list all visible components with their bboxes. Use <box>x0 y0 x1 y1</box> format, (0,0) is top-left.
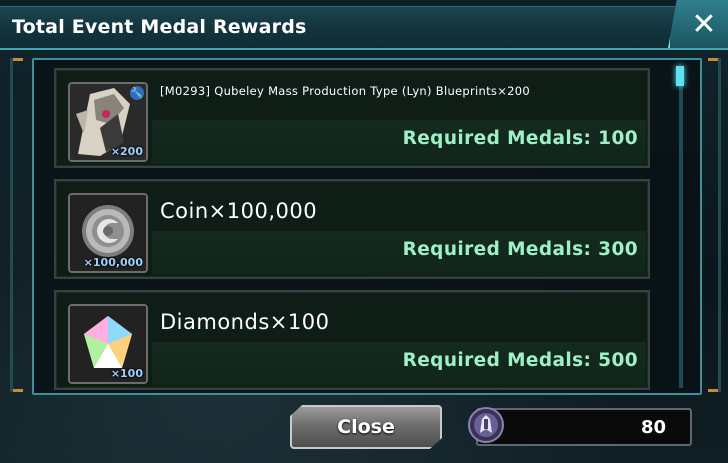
required-medals: Required Medals: 500 <box>402 350 638 371</box>
title-bar: Total Event Medal Rewards <box>0 0 728 50</box>
medal-count: 80 <box>640 417 666 438</box>
scrollbar-thumb[interactable] <box>676 66 684 86</box>
diamond-icon: ×100 <box>68 304 148 384</box>
required-medals: Required Medals: 100 <box>402 128 638 149</box>
reward-card: ×100,000 Coin×100,000 Required Medals: 3… <box>54 179 650 279</box>
reward-card: ×100 Diamonds×100 Required Medals: 500 <box>54 290 650 390</box>
page-title: Total Event Medal Rewards <box>12 16 307 38</box>
close-x-icon: ✕ <box>691 6 717 42</box>
close-x-button[interactable]: ✕ <box>668 0 728 48</box>
left-rail <box>10 58 23 392</box>
reward-name: Diamonds×100 <box>160 310 330 334</box>
event-medal-icon <box>468 407 504 443</box>
quantity-badge: ×200 <box>110 145 143 158</box>
rail-accent <box>708 389 718 392</box>
reward-name: [M0293] Qubeley Mass Production Type (Ly… <box>160 84 530 98</box>
header-top-strip <box>0 0 728 7</box>
rail-accent <box>13 58 23 61</box>
close-button[interactable]: Close <box>290 405 442 449</box>
reward-card: 🔧 ×200 [M0293] Qubeley Mass Production T… <box>54 68 650 168</box>
quantity-badge: ×100,000 <box>83 256 143 269</box>
blueprint-icon: 🔧 ×200 <box>68 82 148 162</box>
coin-icon: ×100,000 <box>68 193 148 273</box>
medal-count-box: 80 <box>476 408 692 446</box>
reward-name: Coin×100,000 <box>160 199 318 223</box>
scrollbar-track[interactable] <box>679 66 683 388</box>
wrench-icon: 🔧 <box>130 86 144 100</box>
rail-accent <box>708 58 718 61</box>
required-medals: Required Medals: 300 <box>402 239 638 260</box>
quantity-badge: ×100 <box>110 367 143 380</box>
right-rail <box>708 58 721 392</box>
rail-accent <box>13 389 23 392</box>
